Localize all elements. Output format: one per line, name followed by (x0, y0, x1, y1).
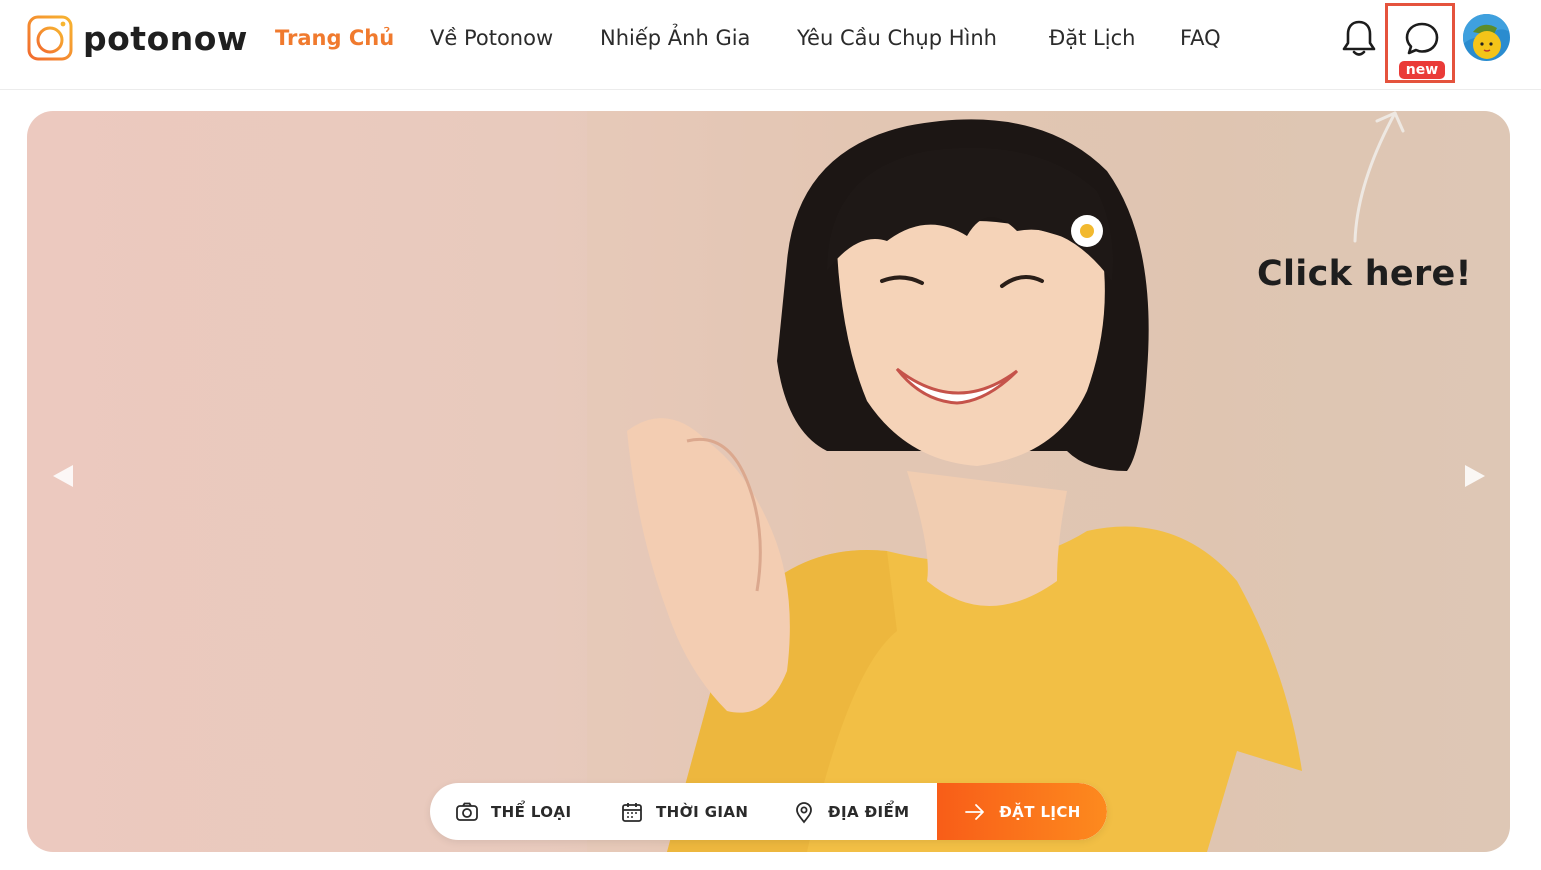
camera-icon (456, 802, 478, 821)
time-selector[interactable]: THỜI GIAN (620, 783, 748, 840)
category-selector[interactable]: THỂ LOẠI (455, 783, 571, 840)
hero-banner: Click here! THỂ LOẠI THỜI GIAN ĐỊA ĐIỂM … (27, 111, 1510, 852)
calendar-icon (622, 802, 642, 822)
new-badge: new (1399, 61, 1445, 79)
nav-home[interactable]: Trang Chủ (275, 24, 394, 52)
brand-name: potonow (83, 18, 248, 58)
logo-mark-icon (27, 15, 73, 61)
chat-bubble-icon (1405, 22, 1439, 55)
map-pin-icon (796, 801, 812, 823)
booking-search-bar: THỂ LOẠI THỜI GIAN ĐỊA ĐIỂM ĐẶT LỊCH (430, 783, 1107, 840)
slide-next-button[interactable] (1463, 463, 1487, 489)
hero-photo (587, 111, 1510, 852)
click-here-annotation: Click here! (1257, 254, 1472, 294)
nav-photo-request[interactable]: Yêu Cầu Chụp Hình (797, 24, 997, 52)
top-header: potonow Trang Chủ Về Potonow Nhiếp Ảnh G… (0, 0, 1541, 90)
nav-booking[interactable]: Đặt Lịch (1049, 24, 1135, 52)
nav-photographers[interactable]: Nhiếp Ảnh Gia (600, 24, 750, 52)
potonow-logo[interactable]: potonow (26, 14, 248, 62)
user-avatar[interactable] (1463, 14, 1510, 61)
arrow-right-icon (965, 803, 985, 820)
chat-button[interactable]: new (1385, 3, 1455, 83)
bell-icon[interactable] (1340, 18, 1378, 58)
nav-about[interactable]: Về Potonow (430, 24, 553, 52)
time-label: THỜI GIAN (656, 802, 749, 821)
location-label: ĐỊA ĐIỂM (828, 802, 910, 821)
annotation-arrow-icon (1353, 111, 1405, 243)
book-now-label: ĐẶT LỊCH (999, 802, 1081, 821)
nav-faq[interactable]: FAQ (1180, 24, 1221, 52)
location-selector[interactable]: ĐỊA ĐIỂM (792, 783, 910, 840)
book-now-button[interactable]: ĐẶT LỊCH (937, 783, 1107, 840)
category-label: THỂ LOẠI (491, 802, 572, 821)
avatar-image (1463, 14, 1510, 61)
slide-prev-button[interactable] (51, 463, 75, 489)
